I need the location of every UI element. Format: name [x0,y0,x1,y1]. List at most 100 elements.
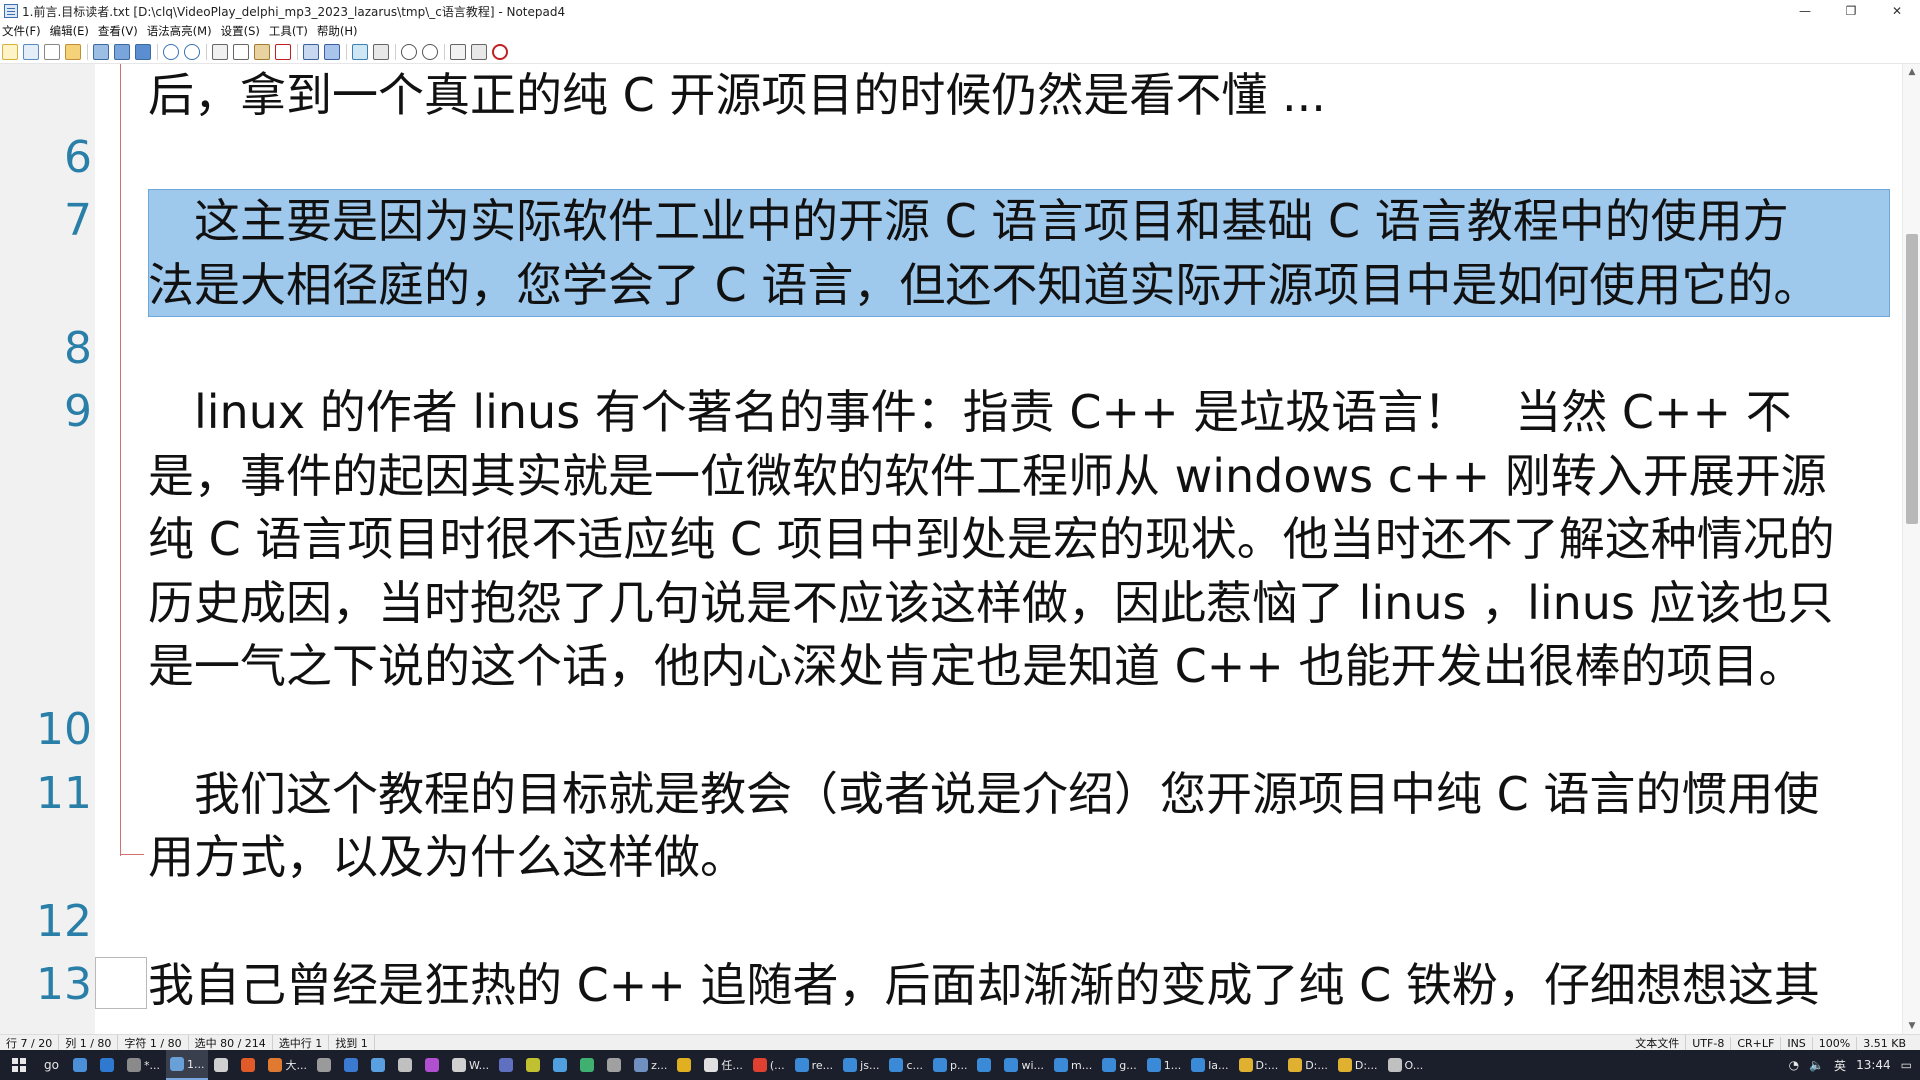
blank-doc-icon[interactable] [44,43,60,60]
network-icon[interactable]: ◔ [1789,1058,1799,1072]
menu-view[interactable]: 查看(V) [98,23,138,39]
open-icon[interactable] [65,43,81,60]
line-number: 9 [64,386,92,437]
taskbar-app-button[interactable] [69,1050,94,1080]
taskbar-app-button[interactable] [421,1050,446,1080]
taskbar-app-button[interactable]: z... [630,1050,671,1080]
taskbar-app-icon [397,1058,412,1072]
taskbar-app-button[interactable] [603,1050,628,1080]
menu-help[interactable]: 帮助(H) [317,23,358,39]
new-icon[interactable] [2,43,18,60]
taskbar-app-button[interactable]: D:... [1334,1050,1382,1080]
exit-icon[interactable] [492,43,508,60]
scrollbar-thumb[interactable] [1906,234,1918,524]
taskbar-app-button[interactable]: m... [1050,1050,1096,1080]
close-button[interactable]: ✕ [1874,0,1920,22]
taskbar-app-button[interactable] [367,1050,392,1080]
cut-icon[interactable] [212,43,228,60]
clock[interactable]: 13:44 [1856,1058,1891,1072]
windows-logo-icon [12,1058,26,1072]
status-ins[interactable]: INS [1787,1036,1813,1050]
taskbar-app-button[interactable] [313,1050,338,1080]
scheme-icon[interactable] [450,43,466,60]
status-zoom[interactable]: 100% [1819,1036,1858,1050]
fold-margin[interactable] [95,64,119,1034]
scroll-up-icon[interactable]: ▲ [1903,64,1920,80]
browse-icon[interactable] [23,43,39,60]
ime-indicator[interactable]: 英 [1834,1057,1846,1074]
taskbar-app-icon [607,1058,622,1072]
taskbar-app-label: D:... [1255,1058,1279,1072]
taskbar-search[interactable]: go [44,1058,59,1072]
taskbar-app-button[interactable] [522,1050,547,1080]
undo-icon[interactable] [163,43,179,60]
word-wrap-icon[interactable] [352,43,368,60]
taskbar-app-button[interactable]: g... [1098,1050,1140,1080]
delete-icon[interactable] [275,43,291,60]
notification-icon[interactable]: ▭ [1901,1058,1912,1072]
status-doc-type[interactable]: 文本文件 [1635,1035,1687,1051]
taskbar-app-button[interactable] [340,1050,365,1080]
settings-icon[interactable] [471,43,487,60]
taskbar-app-icon [1146,1058,1161,1072]
taskbar-app-label: g... [1119,1058,1137,1072]
taskbar-app-button[interactable]: W... [448,1050,493,1080]
taskbar-app-button[interactable] [96,1050,121,1080]
start-button[interactable] [0,1050,38,1080]
save-copy-icon[interactable] [135,43,151,60]
taskbar-app-label: D:... [1354,1058,1378,1072]
taskbar-app-button[interactable] [673,1050,698,1080]
menu-syntax[interactable]: 语法高亮(M) [147,23,212,39]
taskbar-app-button[interactable]: c... [885,1050,927,1080]
taskbar-app-button[interactable]: la... [1187,1050,1232,1080]
editor-area[interactable]: 6 7 8 9 10 11 12 13 后，拿到一个真正的纯 C 开源项目的时候… [0,64,1920,1034]
taskbar-app-button[interactable]: re... [791,1050,838,1080]
taskbar-app-button[interactable]: (... [749,1050,789,1080]
scroll-down-icon[interactable]: ▼ [1903,1018,1920,1034]
taskbar-app-icon [1004,1058,1019,1072]
menu-edit[interactable]: 编辑(E) [50,23,89,39]
taskbar-app-button[interactable]: p... [929,1050,971,1080]
replace-icon[interactable] [324,43,340,60]
copy-icon[interactable] [233,43,249,60]
taskbar-app-button[interactable]: D:... [1235,1050,1283,1080]
redo-icon[interactable] [184,43,200,60]
paste-icon[interactable] [254,43,270,60]
find-icon[interactable] [303,43,319,60]
status-encoding[interactable]: UTF-8 [1692,1036,1732,1050]
taskbar-app-button[interactable] [237,1050,262,1080]
status-line[interactable]: 行 7 / 20 [6,1034,60,1051]
taskbar-app-label: *... [143,1058,160,1072]
line-number: 12 [36,896,92,947]
taskbar-app-button[interactable]: 1... [165,1050,209,1080]
taskbar-app-icon [451,1058,466,1072]
save-as-icon[interactable] [114,43,130,60]
maximize-button[interactable]: ❐ [1828,0,1874,22]
volume-icon[interactable]: 🔈 [1809,1058,1824,1072]
vertical-scrollbar[interactable]: ▲ ▼ [1902,64,1920,1034]
taskbar-app-button[interactable]: D:... [1284,1050,1332,1080]
taskbar-app-button[interactable] [549,1050,574,1080]
taskbar-app-button[interactable] [973,1050,998,1080]
taskbar-app-button[interactable] [576,1050,601,1080]
menu-tools[interactable]: 工具(T) [269,23,308,39]
taskbar-app-button[interactable]: 1... [1143,1050,1186,1080]
taskbar-app-button[interactable]: 大... [264,1050,311,1080]
status-eol[interactable]: CR+LF [1737,1036,1782,1050]
menu-settings[interactable]: 设置(S) [221,23,260,39]
scheme-dropdown-icon[interactable] [373,43,389,60]
save-icon[interactable] [93,43,109,60]
minimize-button[interactable]: — [1782,0,1828,22]
taskbar-app-button[interactable] [394,1050,419,1080]
taskbar-app-button[interactable]: js... [839,1050,883,1080]
taskbar-app-button[interactable]: O... [1384,1050,1428,1080]
taskbar-app-button[interactable]: *... [123,1050,164,1080]
taskbar-app-button[interactable] [495,1050,520,1080]
zoom-out-icon[interactable] [422,43,438,60]
menu-file[interactable]: 文件(F) [2,23,41,39]
taskbar-app-button[interactable] [210,1050,235,1080]
taskbar-app-button[interactable]: 任... [700,1050,747,1080]
taskbar-app-button[interactable]: wi... [1000,1050,1048,1080]
zoom-in-icon[interactable] [401,43,417,60]
taskbar-items: *... 1... 大... W... z... 任... (... re... js... c.… [69,1050,1429,1080]
